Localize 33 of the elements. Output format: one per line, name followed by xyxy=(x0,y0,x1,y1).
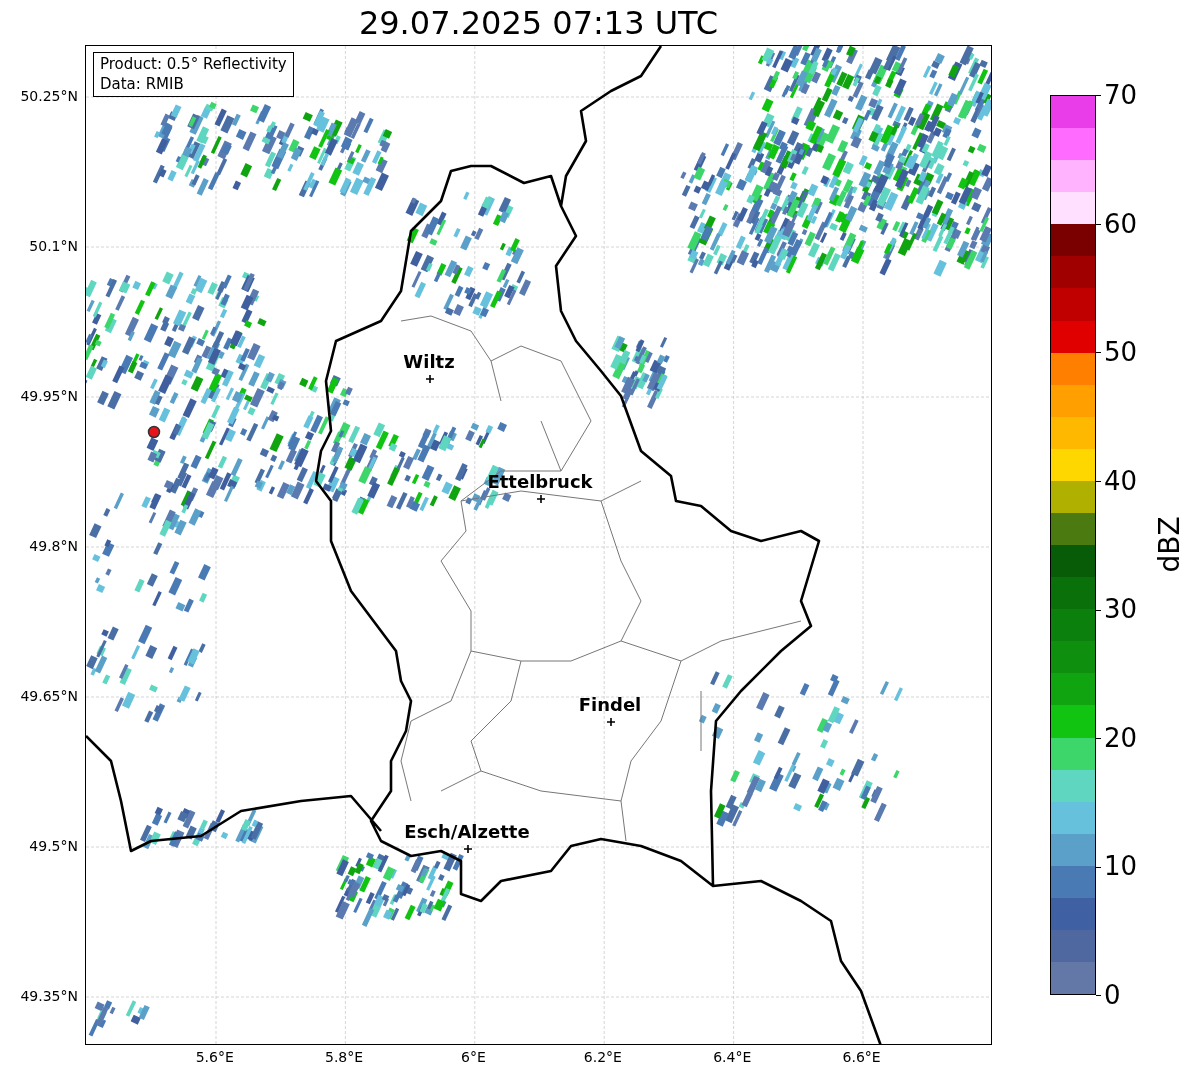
city-label: Esch/Alzette xyxy=(404,822,530,842)
axis-tick-label: 6°E xyxy=(460,1049,487,1067)
colorbar-tick-label: 60 xyxy=(1096,159,1138,289)
city-label: Wiltz xyxy=(403,352,455,372)
chart-title: 29.07.2025 07:13 UTC xyxy=(358,3,719,43)
axis-tick-label: 49.5°N xyxy=(29,838,79,856)
axis-tick-label: 6.4°E xyxy=(712,1049,753,1067)
city-label: Findel xyxy=(578,695,642,715)
colorbar-tick-label: 50 xyxy=(1096,288,1138,417)
axis-tick-label: 49.8°N xyxy=(29,538,79,556)
axis-tick-label: 5.8°E xyxy=(324,1049,365,1067)
axis-tick-label: 50.1°N xyxy=(29,238,79,256)
axis-tick-label: 6.2°E xyxy=(582,1049,623,1067)
colorbar-tick-label: 0 xyxy=(1096,930,1138,1060)
colorbar-tick-label: 20 xyxy=(1096,673,1138,803)
colorbar-tick-label: 10 xyxy=(1096,802,1138,931)
legend-text: Data: RMIB xyxy=(100,74,185,94)
colorbar-tick-label: 70 xyxy=(1096,31,1138,160)
city-marker-icon xyxy=(426,375,434,383)
city-marker-icon xyxy=(464,845,472,853)
axis-tick-label: 49.35°N xyxy=(20,988,79,1006)
axis-tick-label: 5.6°E xyxy=(194,1049,235,1067)
axis-tick-label: 6.6°E xyxy=(841,1049,882,1067)
city-marker-icon xyxy=(607,718,615,726)
legend-text: Product: 0.5° Reflectivity xyxy=(100,54,287,74)
colorbar-tick-label: 30 xyxy=(1096,545,1138,674)
axis-tick-label: 50.25°N xyxy=(20,88,79,106)
axis-tick-label: 49.95°N xyxy=(20,388,79,406)
city-marker-icon xyxy=(537,495,545,503)
colorbar-label: dBZ xyxy=(1152,516,1184,573)
city-label: Ettelbruck xyxy=(487,472,593,492)
colorbar-tick-label: 40 xyxy=(1096,416,1138,546)
axis-tick-label: 49.65°N xyxy=(20,688,79,706)
